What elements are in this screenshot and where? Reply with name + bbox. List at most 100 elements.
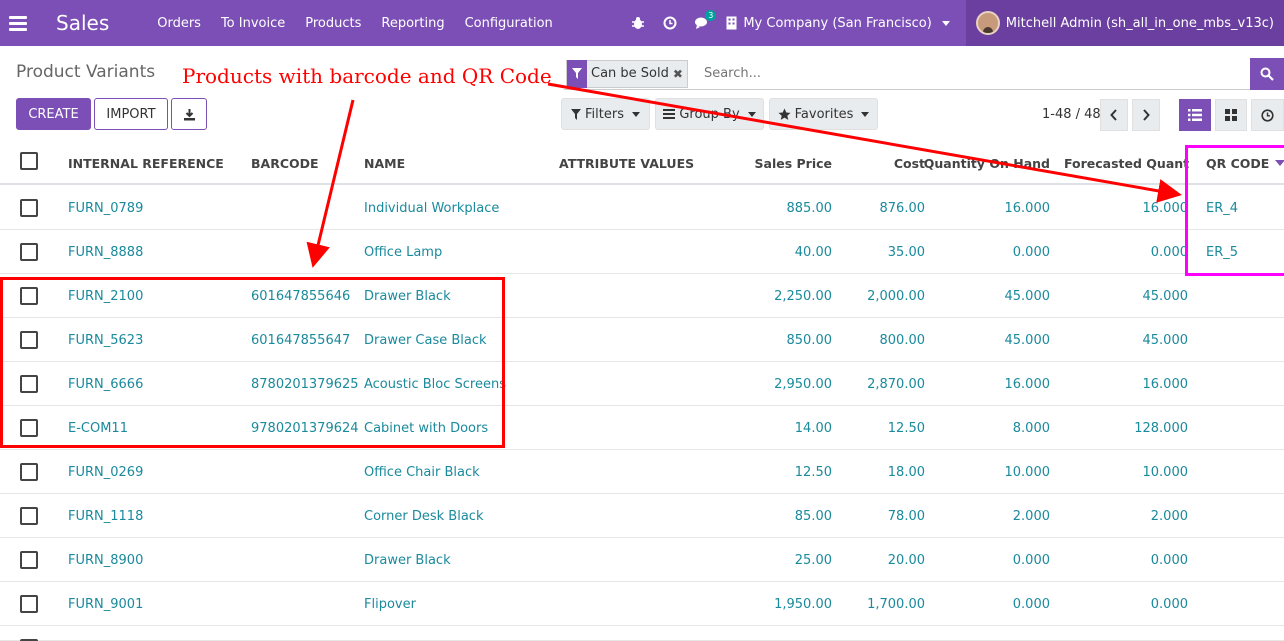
- header-quantity-on-hand[interactable]: Quantity On Hand: [924, 141, 1050, 185]
- cell-cost: 800.00: [879, 332, 926, 348]
- chevron-left-icon: [1110, 109, 1117, 121]
- cell-forecasted-quantity: 0.000: [1150, 244, 1188, 260]
- user-menu[interactable]: Mitchell Admin (sh_all_in_one_mbs_v13c): [965, 0, 1284, 46]
- user-name: Mitchell Admin (sh_all_in_one_mbs_v13c): [1005, 15, 1274, 31]
- table-row[interactable]: E-COM11 9780201379624 Cabinet with Doors…: [0, 406, 1284, 450]
- header-barcode[interactable]: BARCODE: [251, 141, 319, 185]
- avatar: [975, 11, 1000, 35]
- apps-menu-icon[interactable]: [0, 0, 36, 46]
- table-row[interactable]: FURN_0269 Office Chair Black 12.50 18.00…: [0, 450, 1284, 494]
- cell-quantity-on-hand: 45.000: [1004, 332, 1051, 348]
- chat-badge: 3: [705, 10, 717, 21]
- list-view-button[interactable]: [1179, 99, 1211, 131]
- header-qr-code-label: QR CODE: [1206, 155, 1270, 171]
- header-name[interactable]: NAME: [364, 141, 405, 185]
- chat-icon[interactable]: 3: [686, 0, 718, 46]
- row-checkbox[interactable]: [20, 595, 38, 613]
- filter-icon: [571, 108, 582, 120]
- table-row[interactable]: [0, 626, 1284, 641]
- activity-view-button[interactable]: [1251, 99, 1284, 131]
- search-input[interactable]: [703, 66, 1224, 81]
- cell-quantity-on-hand: 0.000: [1012, 596, 1050, 612]
- cell-internal-reference: FURN_5623: [68, 332, 144, 348]
- kanban-view-button[interactable]: [1215, 99, 1247, 131]
- menu-orders[interactable]: Orders: [157, 16, 201, 31]
- company-switcher[interactable]: My Company (San Francisco): [718, 0, 965, 46]
- filter-icon: [567, 59, 587, 88]
- table-row[interactable]: FURN_5623 601647855647 Drawer Case Black…: [0, 318, 1284, 362]
- import-button[interactable]: IMPORT: [94, 98, 168, 130]
- table-row[interactable]: FURN_8888 Office Lamp 40.00 35.00 0.000 …: [0, 230, 1284, 274]
- favorites-label: Favorites: [794, 106, 854, 122]
- menu-reporting[interactable]: Reporting: [381, 16, 444, 31]
- cell-name: Drawer Black: [364, 288, 451, 304]
- pager-previous-button[interactable]: [1100, 99, 1128, 131]
- header-sales-price[interactable]: Sales Price: [732, 141, 833, 185]
- table-row[interactable]: FURN_0789 Individual Workplace 885.00 87…: [0, 186, 1284, 230]
- cell-barcode: 9780201379624: [251, 420, 359, 436]
- export-button[interactable]: [171, 98, 207, 130]
- cell-forecasted-quantity: 45.000: [1142, 332, 1189, 348]
- table-row[interactable]: FURN_1118 Corner Desk Black 85.00 78.00 …: [0, 494, 1284, 538]
- row-checkbox[interactable]: [20, 243, 38, 261]
- favorites-button[interactable]: Favorites: [769, 98, 878, 130]
- cell-forecasted-quantity: 16.000: [1142, 200, 1189, 216]
- bug-icon[interactable]: [622, 0, 654, 46]
- filters-button[interactable]: Filters: [561, 98, 650, 130]
- row-checkbox[interactable]: [20, 463, 38, 481]
- cell-internal-reference: FURN_6666: [68, 376, 144, 392]
- create-button[interactable]: CREATE: [16, 98, 91, 130]
- row-checkbox[interactable]: [20, 419, 38, 437]
- cell-barcode: 601647855646: [251, 288, 351, 304]
- cell-cost: 2,870.00: [867, 376, 925, 392]
- row-checkbox[interactable]: [20, 287, 38, 305]
- menu-to-invoice[interactable]: To Invoice: [221, 16, 285, 31]
- row-checkbox[interactable]: [20, 331, 38, 349]
- search-button[interactable]: [1250, 58, 1284, 90]
- chevron-down-icon: [861, 111, 870, 117]
- cell-quantity-on-hand: 16.000: [1004, 200, 1051, 216]
- row-checkbox[interactable]: [20, 507, 38, 525]
- menu-configuration[interactable]: Configuration: [465, 16, 553, 31]
- cell-barcode: 601647855647: [251, 332, 351, 348]
- app-brand[interactable]: Sales: [56, 11, 109, 35]
- table-row[interactable]: FURN_9001 Flipover 1,950.00 1,700.00 0.0…: [0, 582, 1284, 626]
- star-icon: [778, 108, 791, 120]
- menu-products[interactable]: Products: [305, 16, 361, 31]
- cell-sales-price: 85.00: [794, 508, 832, 524]
- row-checkbox[interactable]: [20, 199, 38, 217]
- select-all-checkbox[interactable]: [20, 152, 38, 170]
- cell-forecasted-quantity: 128.000: [1134, 420, 1188, 436]
- header-qr-code[interactable]: QR CODE: [1206, 141, 1284, 185]
- table-row[interactable]: FURN_2100 601647855646 Drawer Black 2,25…: [0, 274, 1284, 318]
- systray: 3 My Company (San Francisco) Mitchell Ad…: [622, 0, 1284, 46]
- cell-name: Drawer Case Black: [364, 332, 487, 348]
- cell-internal-reference: FURN_0789: [68, 200, 144, 216]
- remove-facet-icon[interactable]: ✖: [673, 67, 687, 81]
- clock-icon[interactable]: [654, 0, 686, 46]
- group-by-button[interactable]: Group By: [655, 98, 764, 130]
- table-row[interactable]: FURN_6666 8780201379625 Acoustic Bloc Sc…: [0, 362, 1284, 406]
- header-cost[interactable]: Cost: [845, 141, 925, 185]
- sort-caret-icon: [1275, 160, 1284, 166]
- cell-cost: 78.00: [887, 508, 925, 524]
- facet-label: Can be Sold: [591, 66, 669, 81]
- cell-sales-price: 885.00: [786, 200, 833, 216]
- cell-sales-price: 1,950.00: [774, 596, 832, 612]
- header-internal-reference[interactable]: INTERNAL REFERENCE: [68, 141, 224, 185]
- table-row[interactable]: FURN_8900 Drawer Black 25.00 20.00 0.000…: [0, 538, 1284, 582]
- cell-name: Acoustic Bloc Screens: [364, 376, 506, 392]
- row-checkbox[interactable]: [20, 551, 38, 569]
- row-checkbox[interactable]: [20, 375, 38, 393]
- header-attribute-values[interactable]: ATTRIBUTE VALUES: [559, 141, 694, 185]
- pager-value[interactable]: 1-48 / 48: [1042, 107, 1101, 122]
- pager-next-button[interactable]: [1132, 99, 1160, 131]
- top-navbar: Sales Orders To Invoice Products Reporti…: [0, 0, 1284, 46]
- cell-forecasted-quantity: 0.000: [1150, 596, 1188, 612]
- cell-sales-price: 12.50: [794, 464, 832, 480]
- chevron-down-icon: [941, 20, 950, 26]
- cell-cost: 20.00: [887, 552, 925, 568]
- header-forecasted-quantity[interactable]: Forecasted Quantity: [1064, 141, 1189, 185]
- cell-cost: 35.00: [887, 244, 925, 260]
- kanban-view-icon: [1225, 109, 1237, 121]
